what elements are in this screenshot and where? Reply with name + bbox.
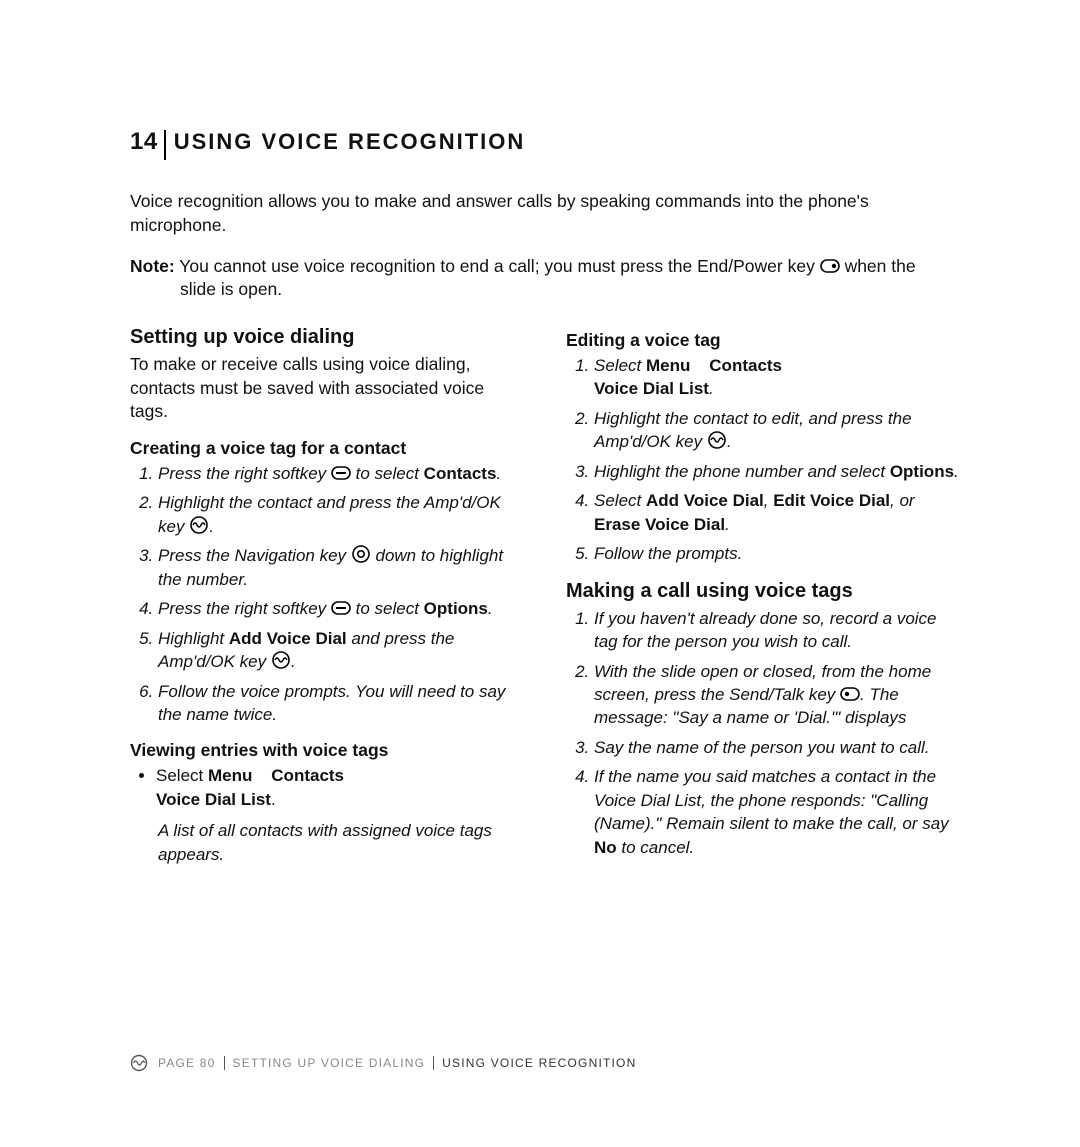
footer-page-number: PAGE 80 [158,1056,216,1070]
softkey-icon [331,464,351,482]
note-text-1: You cannot use voice recognition to end … [175,256,820,276]
left-column: Setting up voice dialing To make or rece… [130,326,524,878]
right-column: Editing a voice tag Select Menu Contacts… [566,326,960,878]
step-item: Say the name of the person you want to c… [594,736,960,759]
step-item: Press the right softkey to select Option… [158,597,524,620]
step-item: With the slide open or closed, from the … [594,660,960,730]
subsection-heading: Creating a voice tag for a contact [130,438,524,459]
bullet-list: Select Menu ContactsVoice Dial List. [130,764,524,811]
chapter-title: USING VOICE RECOGNITION [166,130,526,160]
note-label: Note: [130,256,175,276]
list-note: A list of all contacts with assigned voi… [158,819,524,866]
subsection-heading: Editing a voice tag [566,330,960,351]
bullet-item: Select Menu ContactsVoice Dial List. [156,764,524,811]
two-column-layout: Setting up voice dialing To make or rece… [130,326,960,878]
subsection-heading: Viewing entries with voice tags [130,740,524,761]
steps-list: Press the right softkey to select Contac… [130,462,524,727]
ok-key-icon [271,650,291,670]
step-item: Highlight Add Voice Dial and press the A… [158,627,524,674]
ok-key-icon [707,430,727,450]
note-text-2: when the [840,256,916,276]
steps-list: Select Menu ContactsVoice Dial List. Hig… [566,354,960,566]
step-item: Select Add Voice Dial, Edit Voice Dial, … [594,489,960,536]
end-power-key-icon [820,257,840,275]
step-item: Highlight the phone number and select Op… [594,460,960,483]
section-lead: To make or receive calls using voice dia… [130,353,524,424]
footer-crumb: SETTING UP VOICE DIALING [233,1056,426,1070]
softkey-icon [331,599,351,617]
footer-logo-icon [130,1054,148,1072]
step-item: If the name you said matches a contact i… [594,765,960,859]
ok-key-icon [189,515,209,535]
step-item: If you haven't already done so, record a… [594,607,960,654]
step-item: Select Menu ContactsVoice Dial List. [594,354,960,401]
step-item: Follow the voice prompts. You will need … [158,680,524,727]
send-talk-key-icon [840,685,860,703]
note-paragraph: Note: You cannot use voice recognition t… [130,255,960,302]
section-heading: Setting up voice dialing [130,326,524,349]
chapter-heading: 14 USING VOICE RECOGNITION [130,130,960,160]
intro-paragraph: Voice recognition allows you to make and… [130,190,960,237]
document-page: 14 USING VOICE RECOGNITION Voice recogni… [0,0,1080,1147]
navigation-key-icon [351,544,371,564]
section-heading: Making a call using voice tags [566,580,960,603]
step-item: Press the Navigation key down to highlig… [158,544,524,591]
footer-crumb: USING VOICE RECOGNITION [442,1056,636,1070]
page-footer: PAGE 80 SETTING UP VOICE DIALING USING V… [130,1054,636,1072]
steps-list: If you haven't already done so, record a… [566,607,960,860]
footer-separator [224,1056,225,1070]
step-item: Follow the prompts. [594,542,960,565]
note-line-2: slide is open. [130,278,960,302]
step-item: Highlight the contact to edit, and press… [594,407,960,454]
step-item: Press the right softkey to select Contac… [158,462,524,485]
step-item: Highlight the contact and press the Amp'… [158,491,524,538]
chapter-number: 14 [130,130,166,160]
footer-separator [433,1056,434,1070]
